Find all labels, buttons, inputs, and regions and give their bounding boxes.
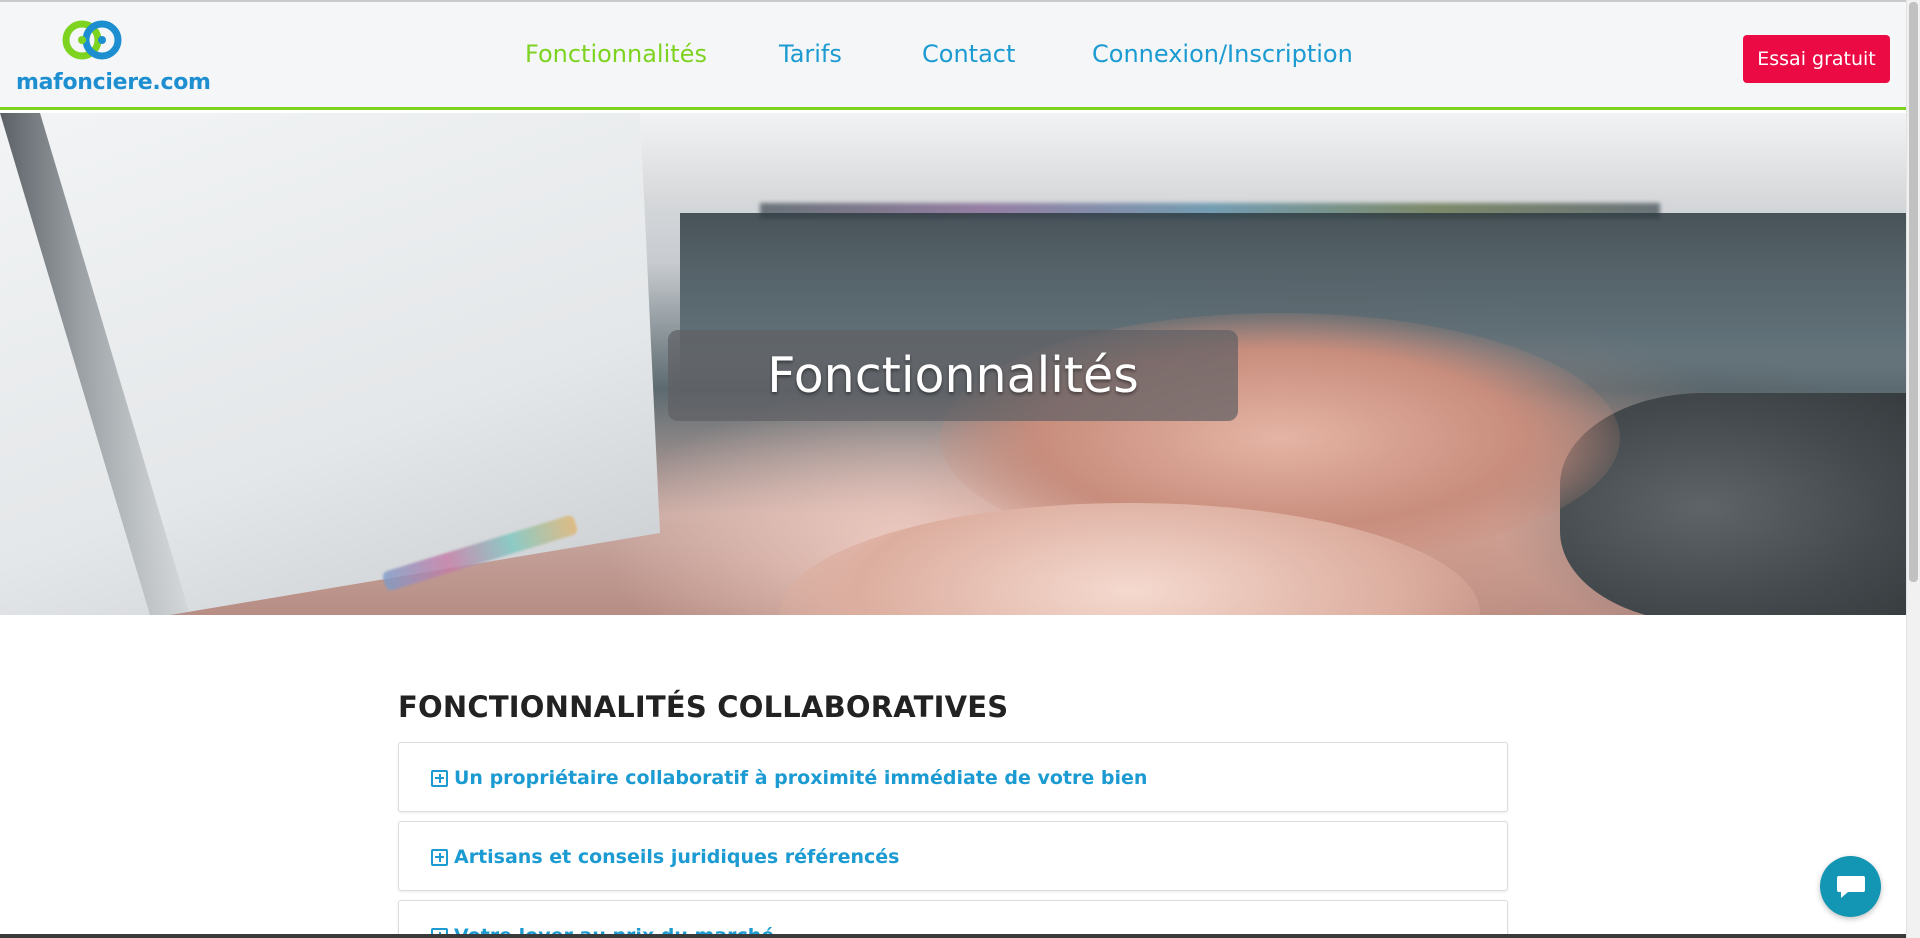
chat-widget-button[interactable]: [1820, 856, 1881, 917]
page-scrollbar[interactable]: [1906, 0, 1920, 938]
nav-item-fonctionnalites[interactable]: Fonctionnalités: [525, 40, 707, 68]
accordion-item[interactable]: Votre loyer au prix du marché: [398, 900, 1508, 938]
accordion-label: Artisans et conseils juridiques référenc…: [454, 846, 900, 868]
site-header: mafonciere.com Fonctionnalités Tarifs Co…: [0, 2, 1906, 110]
accordion-header[interactable]: Artisans et conseils juridiques référenc…: [431, 846, 899, 868]
accordion-item[interactable]: Artisans et conseils juridiques référenc…: [398, 821, 1508, 891]
scrollbar-thumb[interactable]: [1909, 2, 1918, 582]
chat-bubble-icon: [1836, 875, 1865, 898]
nav-item-tarifs[interactable]: Tarifs: [779, 40, 842, 68]
hero-title-box: Fonctionnalités: [668, 330, 1238, 421]
hero-photo-monitor: [640, 113, 1906, 203]
accordion-header[interactable]: Un propriétaire collaboratif à proximité…: [431, 767, 1147, 789]
accordion-item[interactable]: Un propriétaire collaboratif à proximité…: [398, 742, 1508, 812]
section-title: FONCTIONNALITÉS COLLABORATIVES: [398, 690, 1009, 724]
viewport-bottom-edge: [0, 934, 1906, 938]
plus-square-icon: [431, 848, 448, 866]
main-nav: Fonctionnalités Tarifs Contact Connexion…: [0, 2, 1906, 110]
plus-square-icon: [431, 769, 448, 787]
nav-item-contact[interactable]: Contact: [922, 40, 1015, 68]
hero-banner: Fonctionnalités: [0, 113, 1906, 615]
accordion-label: Un propriétaire collaboratif à proximité…: [454, 767, 1148, 789]
nav-item-connexion-inscription[interactable]: Connexion/Inscription: [1092, 40, 1353, 68]
free-trial-button[interactable]: Essai gratuit: [1743, 35, 1890, 83]
page-title: Fonctionnalités: [767, 347, 1139, 404]
